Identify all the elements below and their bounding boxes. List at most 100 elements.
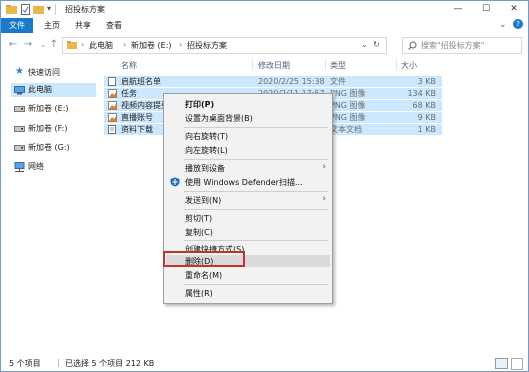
nav-item-drive-f[interactable]: 新加卷 (F:)	[11, 122, 96, 136]
column-header-modified[interactable]: 修改日期	[258, 60, 290, 71]
file-size: 1 KB	[417, 125, 436, 134]
txt-icon	[108, 125, 116, 134]
column-divider	[325, 59, 326, 70]
menu-item-send-to[interactable]: 发送到(N) ›	[166, 194, 330, 206]
close-button[interactable]: ✕	[500, 1, 528, 18]
file-type: 文本文档	[330, 125, 362, 134]
title-divider	[55, 4, 56, 15]
menu-separator	[184, 284, 328, 285]
tab-home[interactable]: 主页	[38, 18, 66, 33]
menu-item-rotate-left[interactable]: 向左旋转(L)	[166, 144, 330, 156]
nav-item-label: 新加卷 (G:)	[28, 143, 70, 152]
breadcrumb-separator: ›	[179, 40, 183, 49]
tab-view[interactable]: 查看	[100, 18, 128, 33]
nav-item-drive-g[interactable]: 新加卷 (G:)	[11, 141, 96, 155]
menu-separator	[184, 127, 328, 128]
menu-separator	[184, 240, 328, 241]
customize-quick-access-icon[interactable]: ▾	[47, 4, 51, 15]
new-folder-icon[interactable]	[33, 4, 44, 15]
file-size: 134 KB	[407, 89, 436, 98]
menu-item-cast-to-device[interactable]: 播放到设备 ›	[166, 162, 330, 174]
status-item-count: 5 个项目	[9, 359, 41, 368]
nav-item-quick-access[interactable]: ★ 快速访问	[11, 66, 96, 80]
status-bar: 5 个项目 | 已选择 5 个项目 212 KB	[1, 355, 528, 371]
breadcrumb-drive-e[interactable]: 新加卷 (E:)	[131, 40, 172, 51]
menu-item-label: 剪切(T)	[185, 214, 213, 223]
png-icon	[108, 101, 117, 110]
address-dropdown-icon[interactable]: ⌄	[361, 40, 368, 49]
minimize-button[interactable]: —	[444, 1, 472, 18]
nav-item-network[interactable]: 网络	[11, 160, 96, 174]
title-bar: ▾ 招投标方案 — ☐ ✕	[1, 1, 528, 18]
search-input[interactable]: 搜索"招投标方案"	[402, 37, 522, 54]
drive-icon	[14, 126, 25, 132]
details-view-icon[interactable]	[495, 358, 508, 369]
help-icon[interactable]: ?	[513, 19, 523, 29]
breadcrumb-this-pc[interactable]: 此电脑	[89, 40, 113, 51]
menu-item-copy[interactable]: 复制(C)	[166, 226, 330, 238]
file-size: 68 KB	[412, 101, 436, 110]
back-button[interactable]: ←	[7, 38, 19, 52]
navigation-pane: ★ 快速访问 此电脑 新加卷 (E:) 新加卷 (F:) 新加卷 (G:) 网络	[1, 57, 96, 355]
menu-separator	[184, 209, 328, 210]
refresh-icon[interactable]: ↻	[373, 40, 380, 49]
computer-icon	[14, 86, 25, 95]
tab-share[interactable]: 共享	[69, 18, 97, 33]
file-type: 文件	[330, 77, 346, 86]
address-bar[interactable]: › 此电脑 › 新加卷 (E:) › 招投标方案 ⌄ ↻	[62, 37, 387, 54]
menu-item-defender-scan[interactable]: 使用 Windows Defender扫描...	[166, 176, 330, 188]
network-icon	[14, 162, 25, 172]
menu-item-label: 使用 Windows Defender扫描...	[185, 178, 303, 187]
submenu-arrow-icon: ›	[322, 194, 326, 204]
file-type: PNG 图像	[330, 89, 366, 98]
folder-icon	[67, 41, 77, 49]
breadcrumb-separator: ›	[123, 40, 127, 49]
forward-button[interactable]: →	[22, 38, 34, 52]
large-icons-view-icon[interactable]	[511, 358, 523, 370]
doc-icon	[108, 77, 116, 86]
menu-item-print[interactable]: 打印(P)	[166, 98, 330, 110]
drive-icon	[14, 106, 25, 112]
file-modified: 2020/2/25 15:38	[258, 77, 325, 86]
maximize-button[interactable]: ☐	[472, 1, 500, 18]
menu-item-label: 发送到(N)	[185, 196, 222, 205]
column-header-size[interactable]: 大小	[401, 60, 417, 71]
submenu-arrow-icon: ›	[322, 162, 326, 172]
nav-item-label: 新加卷 (F:)	[28, 124, 68, 133]
nav-item-this-pc[interactable]: 此电脑	[11, 83, 96, 97]
file-row[interactable]: 启航班名单 2020/2/25 15:38 文件 3 KB	[104, 76, 442, 87]
delete-highlight-box	[163, 251, 245, 267]
nav-item-label: 新加卷 (E:)	[28, 104, 69, 113]
file-size: 3 KB	[417, 77, 436, 86]
menu-item-label: 复制(C)	[185, 228, 213, 237]
nav-item-drive-e[interactable]: 新加卷 (E:)	[11, 102, 96, 116]
tab-file[interactable]: 文件	[1, 18, 33, 33]
column-header-type[interactable]: 类型	[330, 60, 346, 71]
up-button[interactable]: ↑	[48, 38, 60, 52]
menu-item-properties[interactable]: 属性(R)	[166, 287, 330, 299]
menu-item-label: 属性(R)	[185, 289, 213, 298]
expand-ribbon-icon[interactable]: ⌄	[499, 20, 507, 30]
menu-item-set-desktop-background[interactable]: 设置为桌面背景(B)	[166, 112, 330, 124]
column-divider	[396, 59, 397, 70]
nav-item-label: 此电脑	[28, 85, 52, 94]
menu-item-label: 设置为桌面背景(B)	[185, 114, 253, 123]
properties-icon[interactable]	[21, 4, 30, 15]
folder-icon	[6, 5, 17, 14]
status-divider: |	[57, 358, 60, 367]
file-type: PNG 图像	[330, 101, 366, 110]
nav-item-label: 快速访问	[28, 68, 60, 77]
menu-item-label: 向右旋转(T)	[185, 132, 229, 141]
breadcrumb-current-folder[interactable]: 招投标方案	[187, 40, 227, 51]
menu-item-cut[interactable]: 剪切(T)	[166, 212, 330, 224]
file-name: 任务	[121, 89, 137, 98]
column-header-name[interactable]: 名称	[121, 60, 137, 71]
star-icon: ★	[15, 66, 24, 77]
menu-item-rename[interactable]: 重命名(M)	[166, 269, 330, 281]
context-menu: 打印(P) 设置为桌面背景(B) 向右旋转(T) 向左旋转(L) 播放到设备 › …	[163, 93, 333, 304]
file-name: 视频内容提要	[121, 101, 169, 110]
search-placeholder: 搜索"招投标方案"	[421, 41, 485, 50]
drive-icon	[14, 145, 25, 151]
menu-item-rotate-right[interactable]: 向右旋转(T)	[166, 130, 330, 142]
address-row: ← → ⌄ ↑ › 此电脑 › 新加卷 (E:) › 招投标方案 ⌄ ↻ 搜索"…	[1, 33, 528, 57]
